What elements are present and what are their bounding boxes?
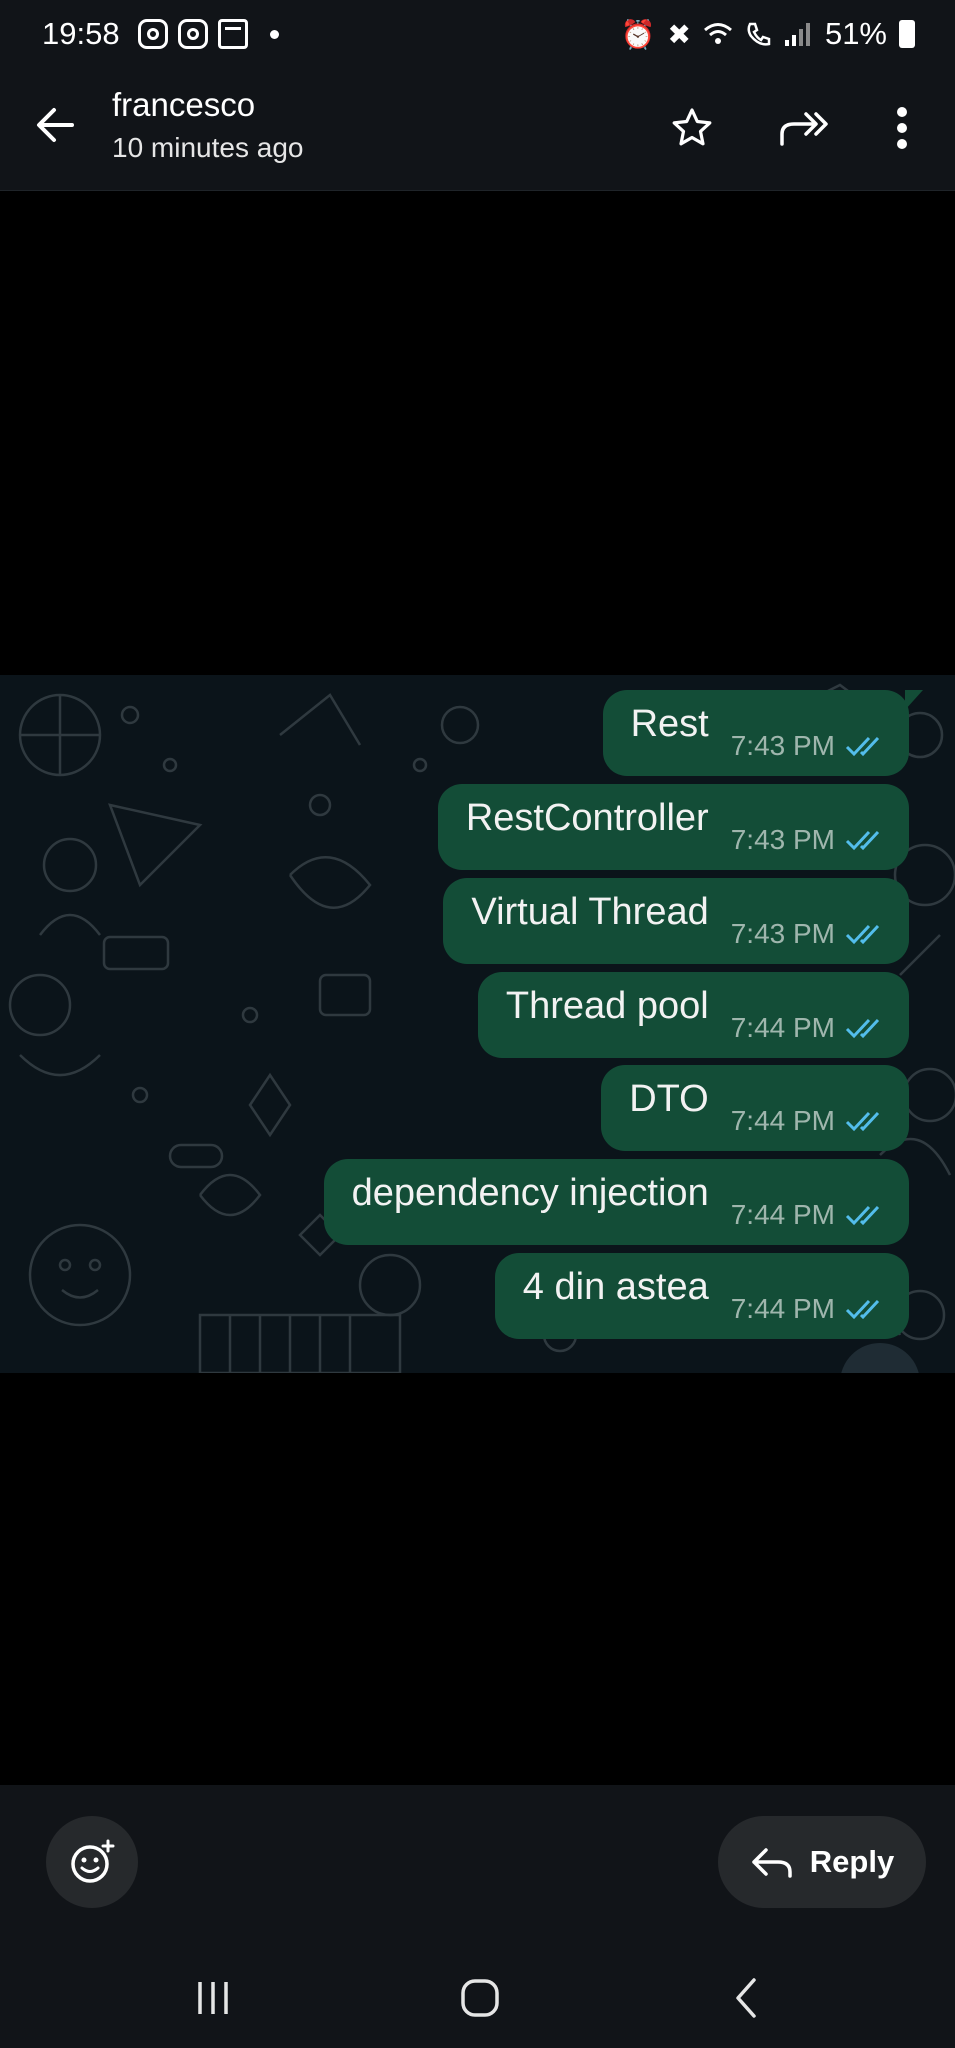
contact-name: francesco bbox=[112, 86, 256, 123]
more-vertical-icon bbox=[897, 107, 907, 149]
app-bar: francesco 10 minutes ago bbox=[0, 72, 955, 191]
battery-icon bbox=[899, 20, 915, 48]
wifi-icon bbox=[703, 23, 732, 44]
signal-icon bbox=[784, 23, 810, 46]
system-icons: ⏰ ✖ 51% bbox=[621, 16, 915, 52]
double-check-icon bbox=[845, 1111, 880, 1132]
mute-icon: ✖ bbox=[667, 18, 691, 50]
message-time: 7:44 PM bbox=[730, 1199, 835, 1230]
message-bubble[interactable]: DTO 7:44 PM bbox=[601, 1065, 909, 1151]
instagram-icon bbox=[178, 19, 208, 49]
message-text: Rest bbox=[630, 703, 709, 745]
message-text: Virtual Thread bbox=[471, 891, 709, 933]
double-check-icon bbox=[845, 830, 880, 851]
arrow-left-icon bbox=[37, 108, 74, 142]
message-bubble[interactable]: dependency injection 7:44 PM bbox=[323, 1159, 909, 1245]
bottom-bar: Reply bbox=[0, 1785, 955, 2048]
battery-percentage: 51% bbox=[824, 16, 887, 51]
chevron-left-icon bbox=[736, 1978, 756, 2018]
reply-icon bbox=[752, 1848, 792, 1878]
forward-icon bbox=[780, 112, 828, 146]
message-bubble[interactable]: Thread pool 7:44 PM bbox=[477, 972, 909, 1058]
message-time: 7:43 PM bbox=[730, 918, 835, 949]
home-button[interactable] bbox=[450, 1975, 510, 2021]
double-check-icon bbox=[845, 1018, 880, 1039]
message-text: Thread pool bbox=[505, 985, 709, 1027]
message-bubble[interactable]: Rest 7:43 PM bbox=[602, 690, 924, 776]
notification-icons bbox=[138, 19, 279, 49]
system-back-button[interactable] bbox=[716, 1975, 776, 2021]
react-button[interactable] bbox=[46, 1816, 138, 1908]
double-check-icon bbox=[845, 736, 880, 757]
calendar-icon bbox=[218, 19, 248, 49]
message-time: 7:43 PM bbox=[730, 824, 835, 855]
chat-screenshot-image: Rest 7:43 PM RestController 7:43 PM Virt… bbox=[0, 675, 955, 1373]
more-options-button[interactable] bbox=[874, 100, 930, 156]
more-notifications-dot bbox=[270, 29, 279, 39]
message-bubble[interactable]: RestController 7:43 PM bbox=[437, 784, 909, 870]
last-seen: 10 minutes ago bbox=[112, 132, 304, 163]
home-icon bbox=[461, 1979, 499, 2017]
double-check-icon bbox=[845, 1205, 880, 1226]
back-button[interactable] bbox=[30, 100, 80, 150]
message-time: 7:43 PM bbox=[730, 730, 835, 761]
reply-label: Reply bbox=[809, 1844, 895, 1879]
recent-apps-button[interactable] bbox=[183, 1975, 243, 2021]
reply-button[interactable]: Reply bbox=[718, 1816, 926, 1908]
message-bubble[interactable]: Virtual Thread 7:43 PM bbox=[443, 878, 909, 964]
star-icon bbox=[672, 108, 712, 146]
message-time: 7:44 PM bbox=[730, 1293, 835, 1324]
emoji-add-icon bbox=[71, 1839, 115, 1883]
alarm-icon: ⏰ bbox=[620, 18, 656, 50]
double-check-icon bbox=[845, 924, 880, 945]
message-time: 7:44 PM bbox=[730, 1012, 835, 1043]
forward-button[interactable] bbox=[776, 100, 832, 156]
message-text: 4 din astea bbox=[522, 1266, 709, 1308]
wifi-calling-icon bbox=[747, 22, 771, 46]
status-bar: 19:58 ⏰ ✖ 51% bbox=[0, 0, 955, 72]
status-time: 19:58 bbox=[42, 16, 120, 51]
star-button[interactable] bbox=[664, 100, 720, 156]
message-text: RestController bbox=[465, 797, 709, 839]
message-text: DTO bbox=[629, 1078, 709, 1120]
message-text: dependency injection bbox=[351, 1172, 709, 1214]
instagram-icon bbox=[138, 19, 168, 49]
recent-apps-icon bbox=[198, 1982, 228, 2014]
message-time: 7:44 PM bbox=[730, 1105, 835, 1136]
message-bubble[interactable]: 4 din astea 7:44 PM bbox=[494, 1253, 909, 1339]
double-check-icon bbox=[845, 1299, 880, 1320]
